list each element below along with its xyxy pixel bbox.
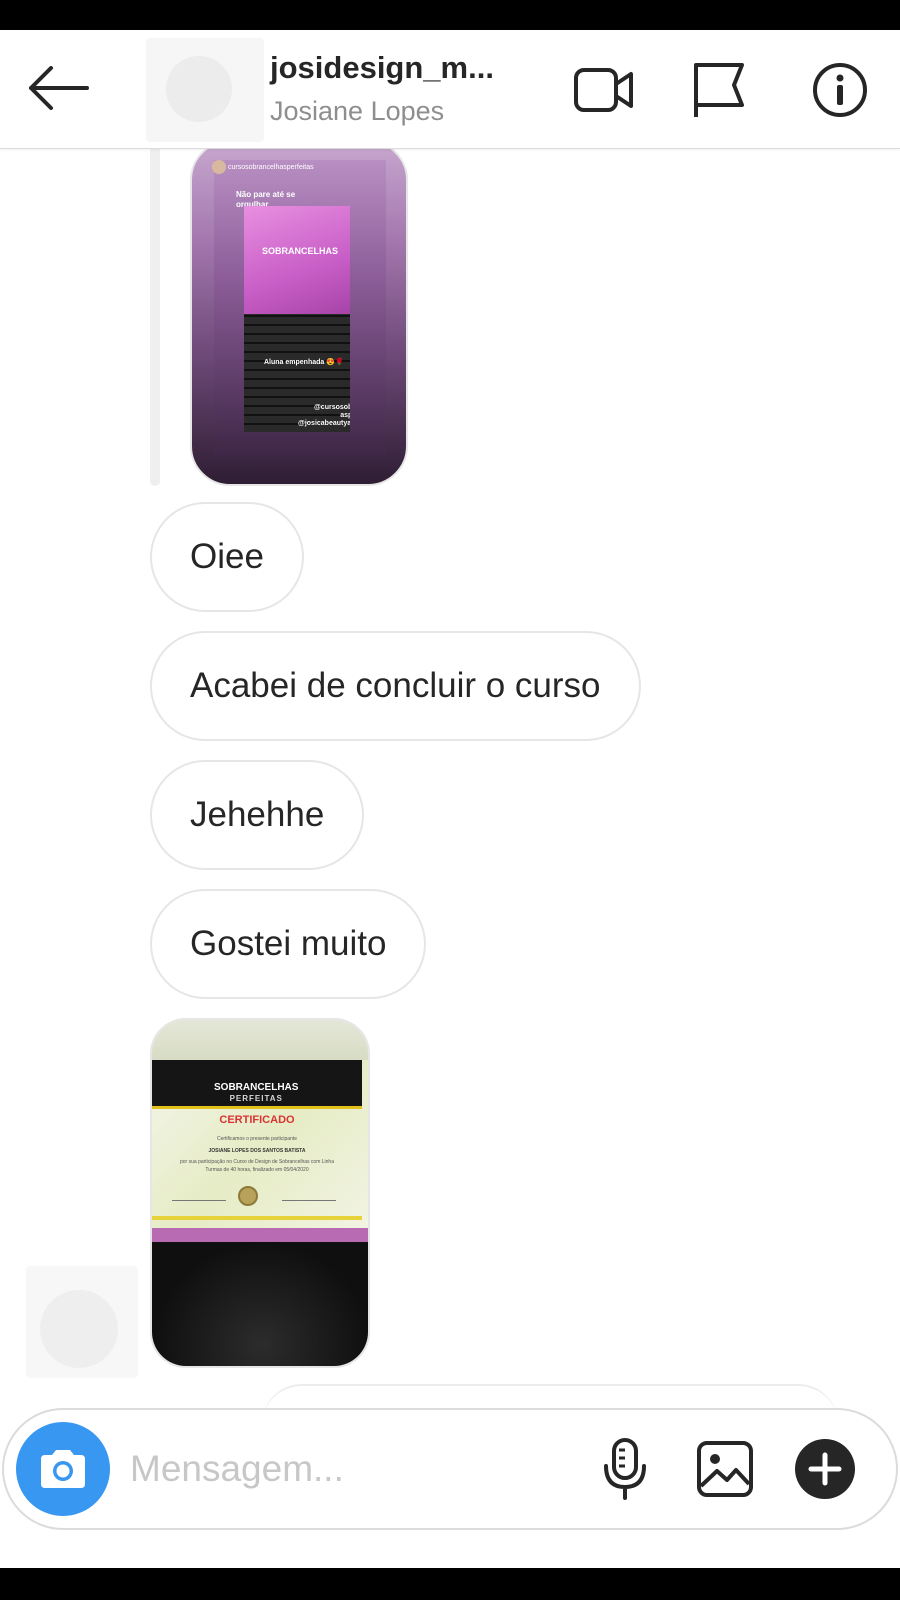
shared-story-thumbnail[interactable]: cursosobrancelhasperfeitas Não pare até … <box>190 140 408 486</box>
header-username[interactable]: josidesign_m... <box>270 50 494 86</box>
message-input[interactable] <box>130 1446 570 1492</box>
gallery-icon <box>697 1441 753 1497</box>
story-avatar <box>212 160 226 174</box>
story-photo: SOBRANCELHAS Aluna empenhada 😍🌹 @cursoso… <box>244 206 350 432</box>
signature-line <box>172 1200 226 1201</box>
certificate-text-line: por sua participação no Curso de Design … <box>180 1159 334 1165</box>
message-bubble[interactable]: Gostei muito <box>150 889 427 999</box>
certificate-text-line: Turmas de 40 horas, finalizado em 05/04/… <box>205 1167 309 1173</box>
signature-line <box>282 1200 336 1201</box>
story-sticker: Aluna empenhada 😍🌹 <box>264 359 344 366</box>
laptop-taskbar <box>152 1228 368 1242</box>
certificate-paper: SOBRANCELHAS PERFEITAS CERTIFICADO Certi… <box>152 1060 368 1228</box>
avatar-face <box>166 56 232 122</box>
story-username: cursosobrancelhasperfeitas <box>228 164 314 171</box>
message-bubble[interactable]: Oiee <box>150 502 304 612</box>
gallery-button[interactable] <box>690 1434 760 1504</box>
header-full-name: Josiane Lopes <box>270 96 445 126</box>
navigation-bar <box>0 1568 900 1600</box>
back-arrow-icon <box>29 66 89 110</box>
reply-thread-line <box>150 148 160 486</box>
camera-icon <box>41 1450 85 1488</box>
story-handle-line: @josicabeautyacademy <box>298 420 350 427</box>
message-bubble[interactable]: Acabei de concluir o curso <box>150 631 641 741</box>
voice-message-button[interactable] <box>590 1434 660 1504</box>
more-options-button[interactable] <box>790 1434 860 1504</box>
story-handles: @cursosobrancelh asperfeitas @josicabeau… <box>298 404 350 428</box>
avatar-face <box>40 1290 118 1368</box>
header-avatar[interactable] <box>146 38 264 142</box>
plus-icon <box>795 1439 855 1499</box>
flag-icon <box>694 63 744 117</box>
message-bubble[interactable]: Jehehhe <box>150 760 365 870</box>
story-handle-line: @cursosobrancelh <box>313 404 350 411</box>
certificate-header-bar: SOBRANCELHAS PERFEITAS <box>152 1060 362 1109</box>
certificate-footer-stripe <box>152 1216 362 1220</box>
certificate-seal <box>238 1186 258 1206</box>
back-button[interactable] <box>26 60 90 116</box>
info-icon <box>813 63 867 117</box>
info-button[interactable] <box>808 60 872 120</box>
certificate-photo[interactable]: SOBRANCELHAS PERFEITAS CERTIFICADO Certi… <box>150 1018 370 1368</box>
certificate-text-line: JOSIANE LOPES DOS SANTOS BATISTA <box>208 1148 306 1154</box>
laptop-keyboard <box>152 1242 368 1366</box>
report-button[interactable] <box>687 60 751 120</box>
microphone-icon <box>604 1438 646 1500</box>
certificate-logo-bottom: PERFEITAS <box>229 1094 283 1103</box>
sender-avatar[interactable] <box>26 1266 138 1378</box>
video-call-icon <box>574 68 633 112</box>
camera-button[interactable] <box>16 1422 110 1516</box>
story-frame: cursosobrancelhasperfeitas Não pare até … <box>212 160 386 456</box>
certificate-title: CERTIFICADO <box>219 1114 295 1126</box>
story-handle-line: asperfeitas <box>340 412 350 419</box>
certificate-logo-top: SOBRANCELHAS <box>214 1082 299 1093</box>
status-bar <box>0 0 900 30</box>
screen-logo: SOBRANCELHAS <box>262 246 339 256</box>
laptop-screen: SOBRANCELHAS <box>244 206 350 314</box>
conversation-header: josidesign_m... Josiane Lopes <box>0 30 900 149</box>
video-call-button[interactable] <box>572 60 636 120</box>
certificate-logo: SOBRANCELHAS PERFEITAS <box>214 1082 298 1104</box>
photo-background <box>152 1020 368 1060</box>
certificate-text-line: Certificamos o presente participante <box>216 1136 298 1142</box>
message-composer <box>2 1408 898 1530</box>
